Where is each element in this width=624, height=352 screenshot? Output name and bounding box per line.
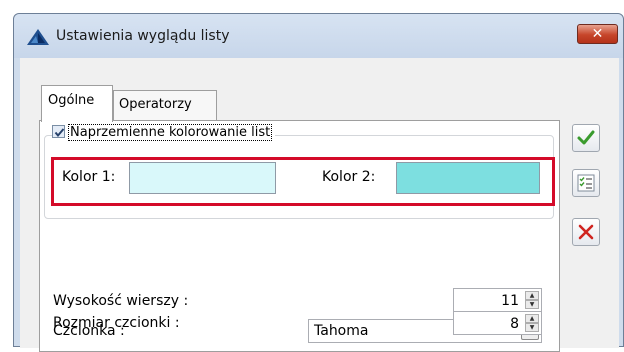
- color1-label: Kolor 1:: [62, 169, 116, 185]
- font-size-spinner[interactable]: 8 ▲ ▼: [453, 311, 542, 335]
- checkmark-icon: [577, 130, 595, 145]
- alternating-colors-checkbox[interactable]: [52, 125, 65, 138]
- cross-icon: [578, 224, 594, 240]
- alternating-colors-toggle[interactable]: Naprzemienne kolorowanie list: [52, 124, 276, 143]
- window-title: Ustawienia wyglądu listy: [56, 28, 230, 44]
- row-height-value: 11: [501, 293, 519, 309]
- checkmark-small-icon: [54, 128, 65, 138]
- color1-swatch[interactable]: [129, 162, 276, 194]
- cancel-button[interactable]: [572, 218, 600, 246]
- tab-ogolne[interactable]: Ogólne: [41, 85, 113, 122]
- font-size-value: 8: [510, 316, 519, 332]
- color2-swatch[interactable]: [396, 162, 540, 194]
- alternating-colors-label: Naprzemienne kolorowanie list: [68, 124, 273, 141]
- font-size-down-button[interactable]: ▼: [525, 323, 539, 332]
- checklist-icon: [577, 174, 595, 192]
- list-button[interactable]: [572, 169, 600, 197]
- font-value: Tahoma: [314, 323, 369, 339]
- dialog-window: Ustawienia wyglądu listy ✕ Ogólne Operat…: [13, 13, 624, 352]
- row-height-up-button[interactable]: ▲: [525, 291, 539, 300]
- row-height-spinner[interactable]: 11 ▲ ▼: [453, 288, 542, 312]
- title-bar[interactable]: Ustawienia wyglądu listy ✕: [14, 14, 623, 58]
- tab-operatorzy[interactable]: Operatorzy: [113, 90, 217, 120]
- close-icon: ✕: [591, 26, 604, 42]
- confirm-button[interactable]: [572, 124, 600, 152]
- close-button[interactable]: ✕: [577, 24, 618, 44]
- dialog-body: Ogólne Operatorzy Naprzemienne kolorowan…: [20, 58, 619, 352]
- app-logo-icon: [26, 28, 50, 46]
- row-height-down-button[interactable]: ▼: [525, 300, 539, 309]
- font-size-up-button[interactable]: ▲: [525, 314, 539, 323]
- font-size-label: Rozmiar czcionki :: [53, 315, 180, 331]
- row-height-label: Wysokość wierszy :: [53, 293, 189, 309]
- color2-label: Kolor 2:: [322, 169, 376, 185]
